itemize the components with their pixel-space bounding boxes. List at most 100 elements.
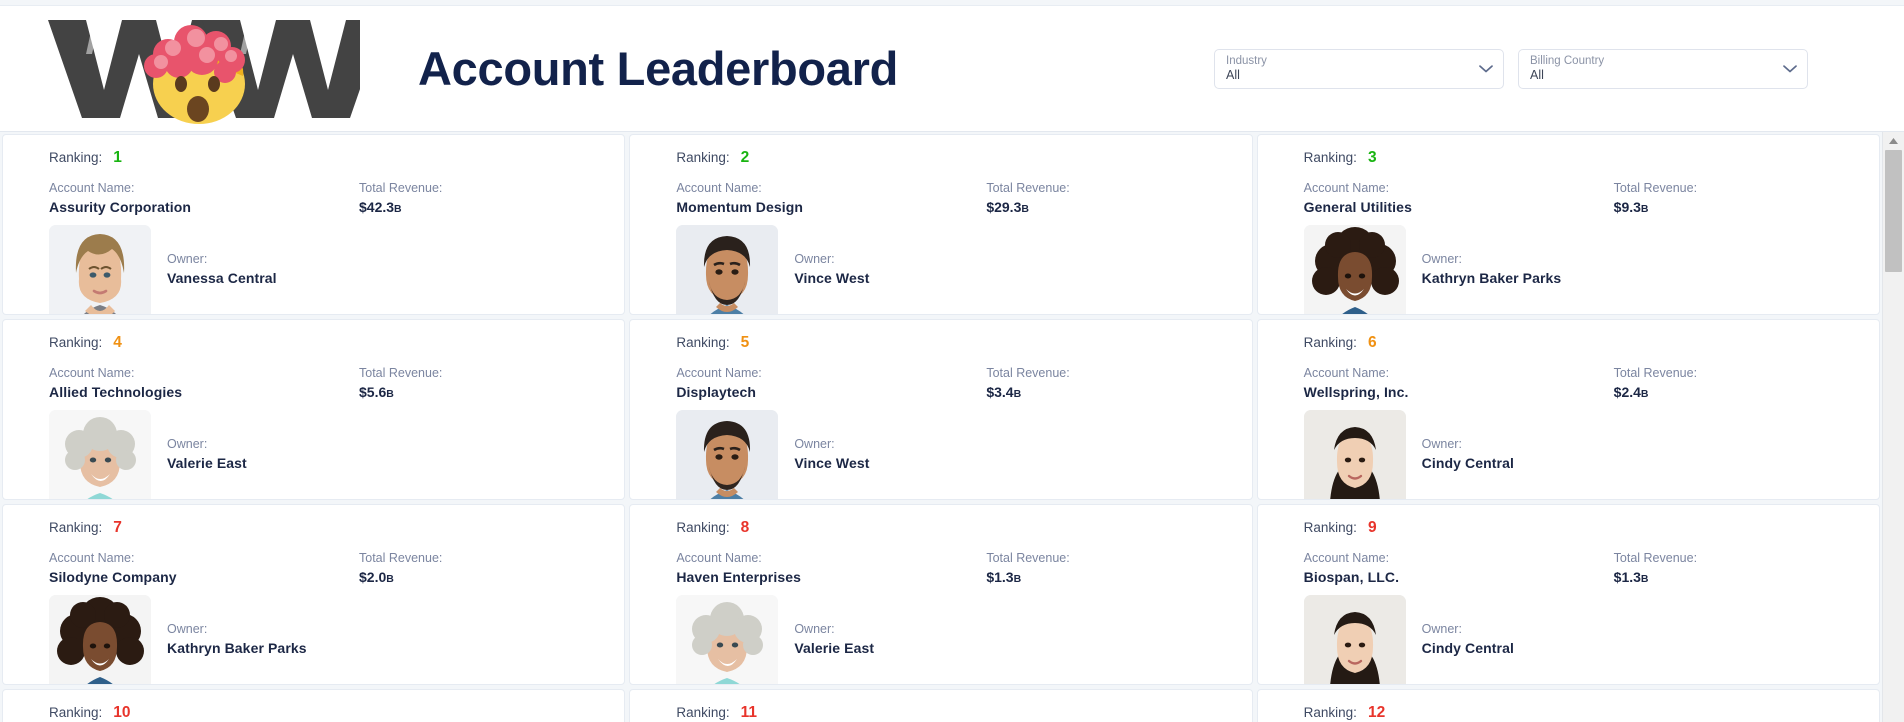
total-revenue-label: Total Revenue: [986, 181, 1070, 195]
owner-row: Owner: Vince West [676, 225, 1229, 314]
vertical-scrollbar[interactable] [1882, 132, 1904, 722]
owner-text: Owner: Vanessa Central [167, 225, 277, 288]
owner-label: Owner: [794, 622, 835, 636]
ranking-value: 6 [1367, 334, 1377, 351]
scrollbar-thumb[interactable] [1884, 150, 1902, 272]
owner-label: Owner: [1421, 252, 1462, 266]
ranking-label: Ranking: [676, 520, 730, 535]
account-card[interactable]: Ranking: 7 Account Name: Silodyne Company To… [2, 504, 626, 685]
account-name-label: Account Name: [49, 181, 135, 195]
revenue-column: Total Revenue: $9.3B [1614, 180, 1857, 219]
account-column: Account Name: Allied Technologies [49, 365, 359, 404]
ranking-label: Ranking: [49, 705, 103, 720]
ranking-label: Ranking: [676, 705, 730, 720]
wow-logo [40, 14, 360, 124]
account-name-value: Momentum Design [676, 199, 804, 215]
total-revenue-label: Total Revenue: [359, 551, 443, 565]
revenue-column: Total Revenue: $42.3B [359, 180, 602, 219]
owner-row: Owner: Valerie East [49, 410, 602, 499]
owner-text: Owner: Cindy Central [1422, 410, 1514, 473]
account-column: Account Name: Biospan, LLC. [1304, 550, 1614, 589]
account-card[interactable]: Ranking: 5 Account Name: Displaytech Total R… [629, 319, 1253, 500]
owner-text: Owner: Kathryn Baker Parks [167, 595, 307, 658]
account-card[interactable]: Ranking: 8 Account Name: Haven Enterprises T… [629, 504, 1253, 685]
ranking-label: Ranking: [49, 335, 103, 350]
ranking-value: 10 [113, 704, 131, 721]
revenue-amount: $5.6 [359, 384, 387, 400]
account-column: Account Name: Silodyne Company [49, 550, 359, 589]
account-card[interactable]: Ranking: 3 Account Name: General Utilities T… [1256, 134, 1880, 315]
account-name-value: Allied Technologies [49, 384, 183, 400]
ranking-row: Ranking: 1 [49, 149, 602, 167]
owner-label: Owner: [794, 437, 835, 451]
account-card[interactable]: Ranking: 12 [1256, 689, 1880, 722]
revenue-unit: B [386, 388, 394, 400]
ranking-row: Ranking: 12 [1304, 704, 1857, 722]
account-name-label: Account Name: [1303, 181, 1390, 195]
revenue-amount: $42.3 [359, 199, 395, 215]
owner-label: Owner: [167, 437, 208, 451]
industry-filter-value: All [1226, 68, 1240, 82]
total-revenue-value: $2.0B [359, 567, 602, 589]
card-columns: Account Name: Biospan, LLC. Total Revenue:… [1304, 550, 1857, 589]
ranking-value: 7 [113, 519, 122, 536]
ranking-label: Ranking: [49, 520, 103, 535]
owner-row: Owner: Kathryn Baker Parks [49, 595, 602, 684]
account-name-label: Account Name: [49, 366, 135, 380]
ranking-row: Ranking: 7 [49, 519, 602, 537]
account-column: Account Name: Haven Enterprises [676, 550, 986, 589]
account-card[interactable]: Ranking: 6 Account Name: Wellspring, Inc. To… [1256, 319, 1880, 500]
avatar [676, 410, 779, 499]
account-name-value: Haven Enterprises [676, 569, 801, 585]
account-name-value: Wellspring, Inc. [1303, 384, 1409, 400]
owner-row: Owner: Vince West [676, 410, 1229, 499]
owner-label: Owner: [167, 622, 208, 636]
revenue-amount: $3.4 [986, 384, 1014, 400]
account-name-value: Assurity Corporation [49, 199, 192, 215]
avatar [1303, 410, 1406, 499]
card-columns: Account Name: Wellspring, Inc. Total Reven… [1304, 365, 1857, 404]
account-name-value: General Utilities [1303, 199, 1412, 215]
avatar [676, 225, 779, 314]
revenue-unit: B [394, 203, 402, 215]
ranking-value: 12 [1367, 704, 1386, 721]
account-card[interactable]: Ranking: 4 Account Name: Allied Technologie… [2, 319, 626, 500]
card-columns: Account Name: Haven Enterprises Total Reve… [676, 550, 1229, 589]
leaderboard-scroll-area[interactable]: Ranking: 1 Account Name: Assurity Corporati… [0, 132, 1882, 722]
account-card[interactable]: Ranking: 9 Account Name: Biospan, LLC. Total… [1256, 504, 1880, 685]
ranking-row: Ranking: 6 [1304, 334, 1857, 352]
revenue-column: Total Revenue: $2.0B [359, 550, 602, 589]
account-card[interactable]: Ranking: 10 [2, 689, 626, 722]
total-revenue-label: Total Revenue: [986, 366, 1070, 380]
card-columns: Account Name: Silodyne Company Total Reven… [49, 550, 602, 589]
account-card[interactable]: Ranking: 1 Account Name: Assurity Corporati… [2, 134, 626, 315]
ranking-value: 5 [740, 334, 750, 351]
scroll-up-arrow-icon[interactable] [1882, 132, 1904, 150]
billing-country-filter[interactable]: Billing Country All [1518, 48, 1808, 89]
revenue-amount: $2.0 [359, 569, 387, 585]
revenue-column: Total Revenue: $2.4B [1614, 365, 1857, 404]
card-columns: Account Name: Momentum Design Total Revenu… [676, 180, 1229, 219]
account-card[interactable]: Ranking: 2 Account Name: Momentum Design Tot… [629, 134, 1253, 315]
owner-value: Valerie East [794, 640, 875, 656]
owner-row: Owner: Cindy Central [1303, 410, 1857, 499]
owner-label: Owner: [1421, 437, 1462, 451]
account-name-label: Account Name: [1303, 366, 1390, 380]
avatar [49, 225, 151, 314]
ranking-row: Ranking: 3 [1304, 149, 1857, 167]
account-card[interactable]: Ranking: 11 [629, 689, 1253, 722]
account-name-label: Account Name: [676, 181, 762, 195]
revenue-column: Total Revenue: $5.6B [359, 365, 602, 404]
revenue-amount: $2.4 [1613, 384, 1641, 400]
ranking-row: Ranking: 10 [49, 704, 602, 722]
revenue-amount: $1.3 [986, 569, 1014, 585]
total-revenue-value: $3.4B [986, 382, 1229, 404]
ranking-label: Ranking: [1303, 150, 1357, 165]
scrollbar-track[interactable] [1882, 150, 1904, 722]
industry-filter[interactable]: Industry All [1214, 48, 1504, 89]
revenue-amount: $9.3 [1613, 199, 1641, 215]
account-leaderboard-app: Account Leaderboard Industry All Billing… [0, 0, 1904, 722]
owner-text: Owner: Kathryn Baker Parks [1422, 225, 1562, 288]
account-name-label: Account Name: [49, 551, 135, 565]
card-columns: Account Name: Assurity Corporation Total R… [49, 180, 602, 219]
